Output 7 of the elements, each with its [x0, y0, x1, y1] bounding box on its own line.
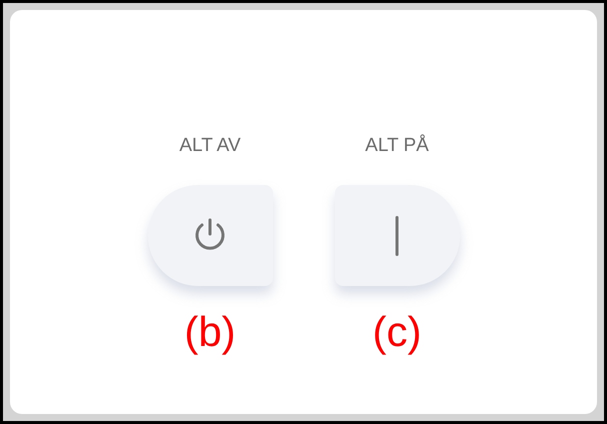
panel-caption: (b) — [184, 308, 236, 356]
off-button[interactable] — [148, 185, 272, 286]
switch-label: ALT PÅ — [365, 135, 429, 157]
panel-caption: (c) — [372, 308, 422, 356]
line-icon — [395, 216, 399, 256]
switch-label: ALT AV — [179, 135, 241, 157]
on-button[interactable] — [334, 185, 460, 286]
